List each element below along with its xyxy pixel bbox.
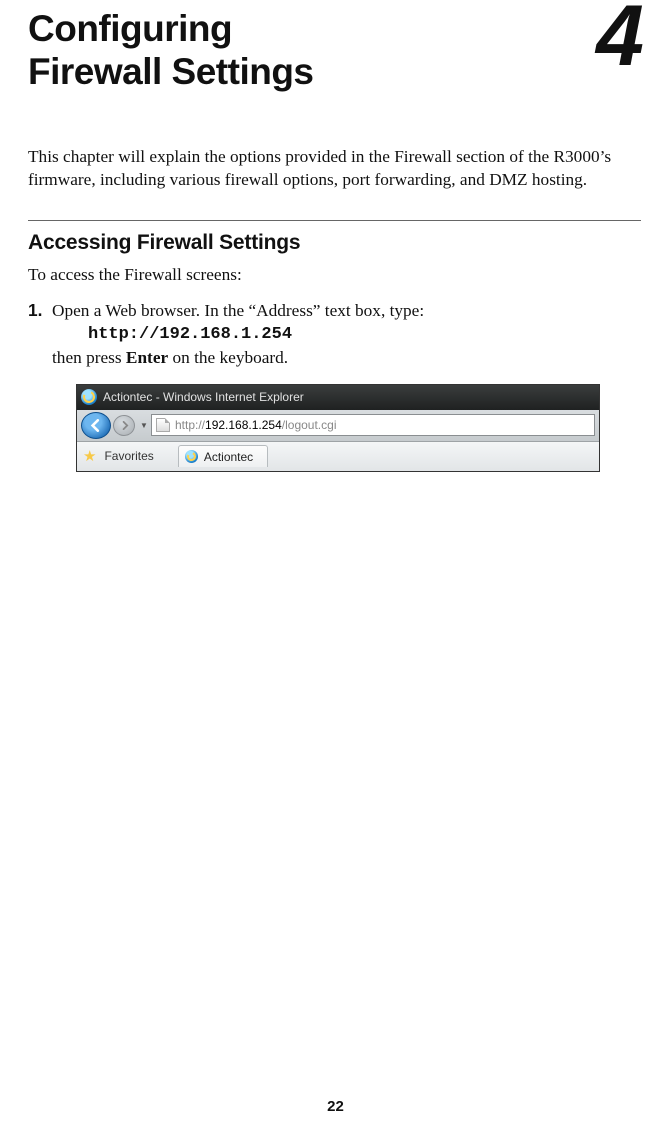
title-line-2: Firewall Settings xyxy=(28,51,314,92)
favorites-label[interactable]: Favorites xyxy=(104,449,153,463)
back-button[interactable] xyxy=(81,412,111,439)
step-code: http://192.168.1.254 xyxy=(88,323,641,346)
step-1: 1. Open a Web browser. In the “Address” … xyxy=(28,299,641,370)
history-dropdown-icon[interactable]: ▼ xyxy=(139,421,149,430)
tab-ie-icon xyxy=(185,450,198,463)
chapter-number: 4 xyxy=(596,2,641,71)
favorites-bar: ★ Favorites Actiontec xyxy=(77,442,599,471)
intro-paragraph: This chapter will explain the options pr… xyxy=(28,145,641,192)
address-bar[interactable]: http://192.168.1.254/logout.cgi xyxy=(151,414,595,436)
section-lead: To access the Firewall screens: xyxy=(28,265,641,285)
page-number: 22 xyxy=(0,1098,671,1115)
tab-label: Actiontec xyxy=(204,450,253,464)
star-icon[interactable]: ★ xyxy=(83,447,96,465)
browser-navbar: ▼ http://192.168.1.254/logout.cgi xyxy=(77,410,599,442)
section-divider xyxy=(28,220,641,221)
step-text-b1: then press xyxy=(52,348,126,367)
browser-tab[interactable]: Actiontec xyxy=(178,445,268,467)
title-line-1: Configuring xyxy=(28,8,232,49)
section-heading: Accessing Firewall Settings xyxy=(28,231,641,255)
step-number: 1. xyxy=(28,299,52,370)
window-title: Actiontec - Windows Internet Explorer xyxy=(103,390,304,404)
step-body: Open a Web browser. In the “Address” tex… xyxy=(52,299,641,370)
step-text-a: Open a Web browser. In the “Address” tex… xyxy=(52,301,424,320)
forward-button[interactable] xyxy=(113,415,135,436)
browser-screenshot: Actiontec - Windows Internet Explorer ▼ … xyxy=(76,384,600,472)
page-icon xyxy=(156,418,170,432)
browser-titlebar: Actiontec - Windows Internet Explorer xyxy=(77,385,599,410)
ie-icon xyxy=(81,389,97,405)
step-text-bold: Enter xyxy=(126,348,168,367)
chapter-title: Configuring Firewall Settings xyxy=(28,8,314,93)
address-text: http://192.168.1.254/logout.cgi xyxy=(175,418,336,432)
step-text-b2: on the keyboard. xyxy=(168,348,288,367)
